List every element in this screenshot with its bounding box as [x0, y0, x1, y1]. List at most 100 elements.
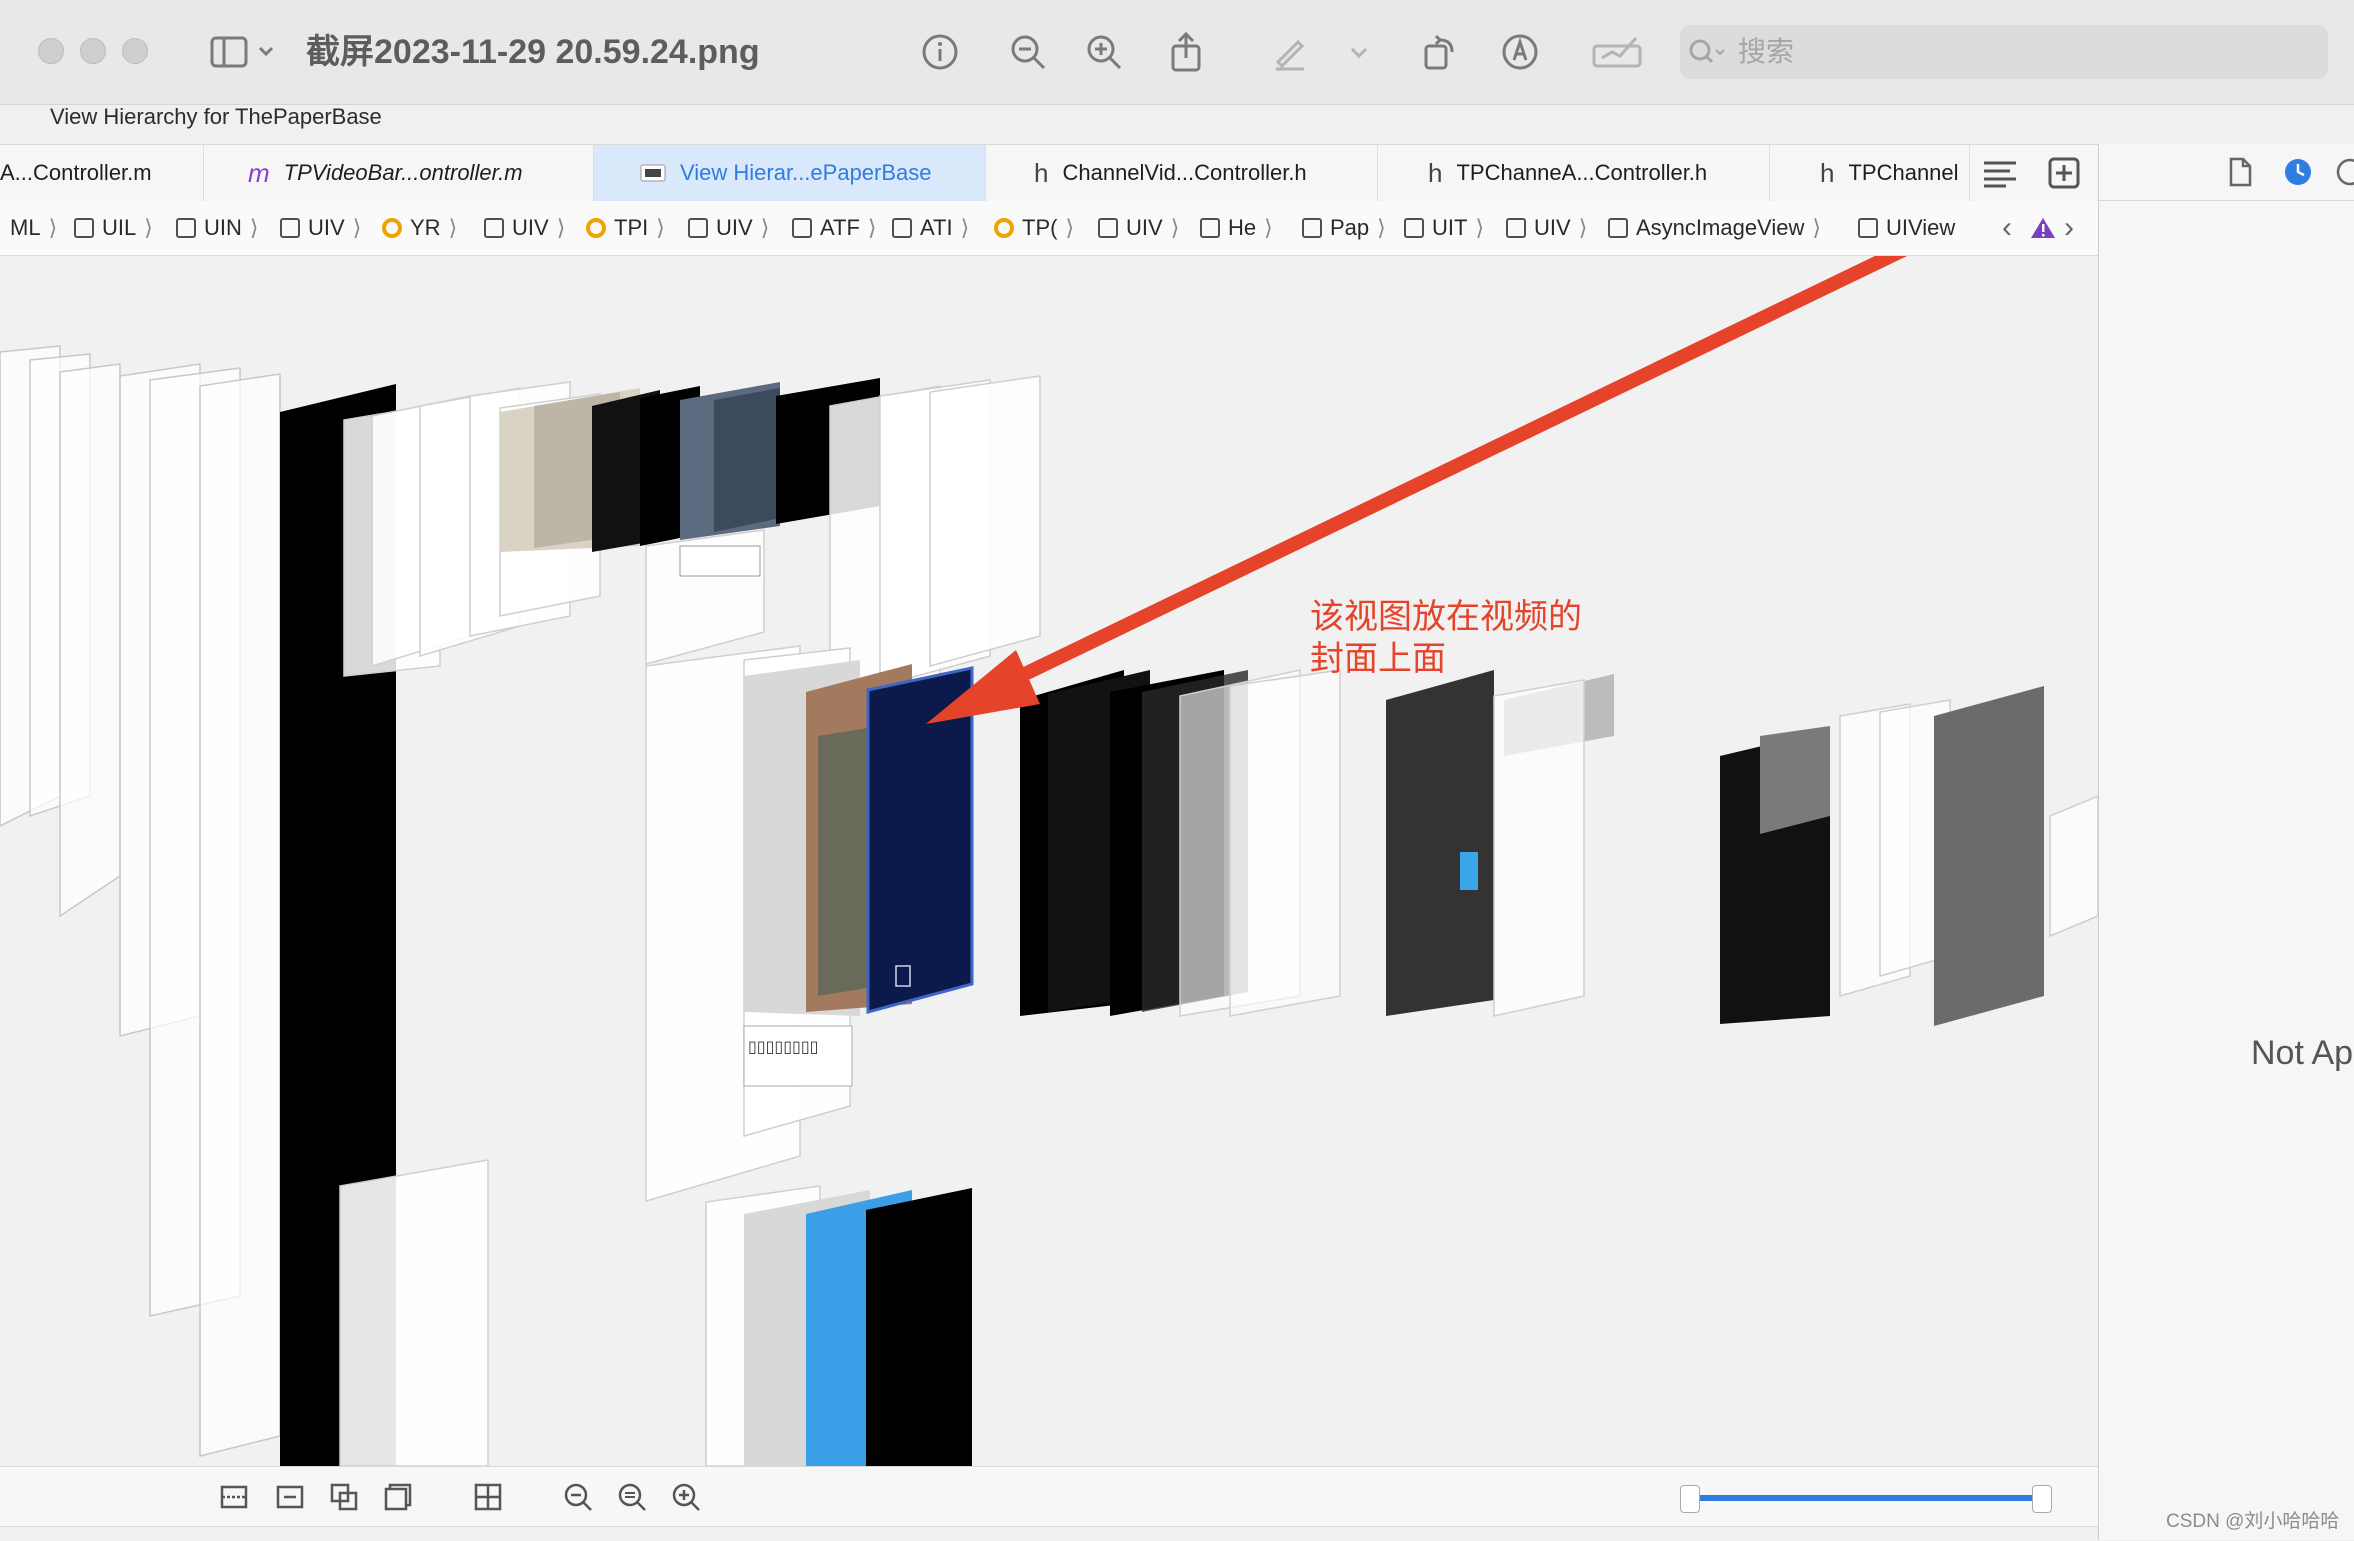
rotate-button[interactable] — [1414, 26, 1466, 78]
tab-file-1[interactable]: A...Controller.m — [0, 145, 204, 201]
share-button[interactable] — [1160, 26, 1212, 78]
share-icon — [1171, 31, 1201, 72]
zoom-actual-icon[interactable] — [616, 1481, 648, 1513]
view-hierarchy-canvas[interactable]: ▯▯▯▯▯▯▯▯ 该视图放在视频的 封面上面 — [0, 256, 2098, 1466]
sidebar-icon — [210, 36, 274, 68]
breadcrumb-item[interactable]: YR ⟩ — [382, 213, 457, 243]
not-applicable-label: Not Ap — [2251, 1034, 2354, 1072]
view-icon — [280, 218, 300, 238]
zoom-in-button[interactable] — [1078, 26, 1130, 78]
info-button[interactable] — [914, 26, 966, 78]
inspector-panel: Not Ap — [2098, 144, 2354, 1540]
breadcrumb-item-current[interactable]: UIView — [1858, 213, 1955, 243]
add-editor-icon[interactable] — [2044, 153, 2084, 193]
breadcrumb-item[interactable]: TPI ⟩ — [586, 213, 665, 243]
jump-back-button[interactable]: ‹ — [2002, 211, 2012, 244]
sidebar-toggle-button[interactable] — [196, 26, 286, 78]
breadcrumb-item[interactable]: He ⟩ — [1200, 213, 1273, 243]
file-inspector-icon[interactable] — [2225, 156, 2255, 188]
image-view-icon — [892, 218, 912, 238]
breadcrumb-item[interactable]: UIV ⟩ — [1098, 213, 1179, 243]
orient-3d-icon[interactable] — [472, 1481, 504, 1513]
window-subtitle: View Hierarchy for ThePaperBase — [50, 104, 382, 129]
custom-view-icon — [586, 218, 606, 238]
tab-file-2[interactable]: m TPVideoBar...ontroller.m — [204, 145, 594, 201]
zoom-out-icon[interactable] — [562, 1481, 594, 1513]
tab-file-4[interactable]: h ChannelVid...Controller.h — [986, 145, 1378, 201]
tab-view-hierarchy[interactable]: View Hierar...ePaperBase — [594, 145, 986, 201]
tab-label: TPVideoBar...ontroller.m — [283, 160, 523, 185]
view-icon — [1858, 218, 1878, 238]
show-clipped-content-icon[interactable] — [218, 1481, 250, 1513]
view-icon — [1506, 218, 1526, 238]
slider-min-knob[interactable] — [1680, 1485, 1700, 1513]
annotation-arrow — [926, 256, 1908, 724]
tab-bar-actions — [1970, 145, 2098, 201]
breadcrumb-item[interactable]: TP(⟩ — [994, 213, 1074, 243]
minimize-window-button[interactable] — [80, 38, 106, 64]
custom-view-icon — [382, 218, 402, 238]
warning-icon — [2031, 218, 2055, 238]
view-icon — [1608, 218, 1628, 238]
collection-view-icon — [1302, 218, 1322, 238]
zoom-window-button[interactable] — [122, 38, 148, 64]
status-strip — [0, 1526, 2098, 1541]
jump-bar: ML ⟩ UIL ⟩ UIN ⟩ UIV ⟩ YR ⟩ UIV ⟩ TPI ⟩ UIV ⟩ AT… — [0, 201, 2098, 256]
zoom-out-button[interactable] — [1002, 26, 1054, 78]
breadcrumb-item[interactable]: ATI ⟩ — [892, 213, 969, 243]
tab-label: TPChannel — [1848, 160, 1959, 185]
tab-label: ChannelVid...Controller.h — [1062, 160, 1307, 185]
chevron-down-icon — [1350, 47, 1368, 59]
annotation-line: 该视图放在视频的 — [1310, 597, 1582, 637]
breadcrumb-item[interactable]: UIV ⟩ — [280, 213, 361, 243]
search-input[interactable] — [1736, 35, 2300, 69]
markup-button[interactable] — [1264, 26, 1316, 78]
breadcrumb-item[interactable]: AsyncImageView ⟩ — [1608, 213, 1821, 243]
objc-file-icon: m — [248, 157, 270, 188]
jump-forward-button[interactable]: › — [2064, 211, 2074, 244]
breadcrumb-item[interactable]: UIV ⟩ — [484, 213, 565, 243]
title-bar: 截屏2023-11-29 20.59.24.png — [0, 0, 2354, 105]
tab-label: TPChanneA...Controller.h — [1456, 160, 1708, 185]
markup-menu-button[interactable] — [1334, 26, 1384, 78]
document-title: 截屏2023-11-29 20.59.24.png — [306, 33, 760, 71]
close-window-button[interactable] — [38, 38, 64, 64]
warning-button[interactable] — [2030, 213, 2056, 243]
annotate-button[interactable] — [1494, 26, 1546, 78]
slider-max-knob[interactable] — [2032, 1485, 2052, 1513]
wireframe-icon[interactable] — [328, 1481, 360, 1513]
view-icon — [792, 218, 812, 238]
tab-file-6[interactable]: h TPChannel — [1770, 145, 1970, 201]
app-icon — [640, 164, 666, 182]
zoom-in-icon — [1087, 35, 1122, 70]
breadcrumb-item[interactable]: UIN ⟩ — [176, 213, 258, 243]
signature-icon — [1592, 37, 1642, 68]
layer-range-slider[interactable] — [1680, 1485, 2056, 1513]
header-file-icon: h — [1428, 157, 1443, 188]
breadcrumb-item[interactable]: Pap ⟩ — [1302, 213, 1386, 243]
inspector-tabs — [2099, 144, 2354, 201]
layers-icon[interactable] — [382, 1481, 414, 1513]
breadcrumb-item[interactable]: ATF ⟩ — [792, 213, 877, 243]
breadcrumb-item[interactable]: UIV ⟩ — [1506, 213, 1587, 243]
watermark: CSDN @刘小哈哈哈 — [2166, 1511, 2340, 1532]
breadcrumb-item[interactable]: ML ⟩ — [10, 213, 57, 243]
table-view-icon — [1200, 218, 1220, 238]
editor-options-icon[interactable] — [1980, 153, 2020, 193]
slider-track — [1692, 1495, 2044, 1501]
search-field[interactable] — [1680, 25, 2328, 79]
breadcrumb-item[interactable]: UIT ⟩ — [1404, 213, 1484, 243]
help-inspector-icon[interactable] — [2335, 157, 2354, 187]
annotation-line: 封面上面 — [1310, 639, 1446, 679]
history-inspector-icon[interactable] — [2283, 157, 2313, 187]
breadcrumb-item[interactable]: UIV ⟩ — [688, 213, 769, 243]
form-fill-button[interactable] — [1586, 26, 1650, 78]
window-controls — [38, 38, 148, 64]
zoom-out-icon — [1011, 35, 1046, 70]
debug-bottom-bar — [0, 1466, 2098, 1527]
zoom-in-icon[interactable] — [670, 1481, 702, 1513]
show-constraints-icon[interactable] — [274, 1481, 306, 1513]
breadcrumb-item[interactable]: UIL ⟩ — [74, 213, 153, 243]
view-icon — [484, 218, 504, 238]
tab-file-5[interactable]: h TPChanneA...Controller.h — [1378, 145, 1770, 201]
